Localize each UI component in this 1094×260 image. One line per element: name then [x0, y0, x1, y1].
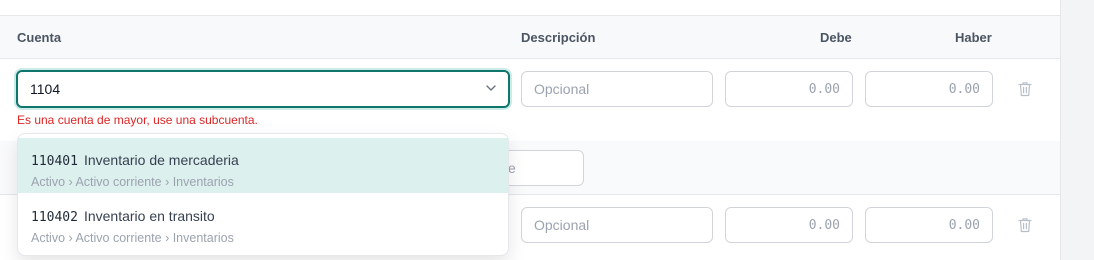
- chevron-down-icon[interactable]: [484, 81, 498, 95]
- option-code: 110401: [31, 154, 78, 169]
- credit-input[interactable]: 0.00: [865, 71, 993, 107]
- option-path: Activo › Activo corriente › Inventarios: [31, 231, 234, 245]
- option-code: 110402: [31, 210, 78, 225]
- account-select[interactable]: 1104: [16, 70, 510, 108]
- credit-input[interactable]: 0.00: [865, 207, 993, 243]
- journal-entry-card: Cuenta Descripción Debe Haber 1104 Es un…: [0, 0, 1061, 260]
- dropdown-option[interactable]: 110402 Inventario en transito Activo › Ac…: [18, 194, 508, 249]
- trash-icon[interactable]: [1018, 81, 1032, 97]
- description-input[interactable]: Opcional: [521, 71, 713, 107]
- account-dropdown: 110401 Inventario de mercaderia Activo › …: [17, 133, 509, 256]
- account-error-message: Es una cuenta de mayor, use una subcuent…: [17, 113, 258, 127]
- table-header: Cuenta Descripción Debe Haber: [0, 16, 1060, 59]
- card-top: [0, 0, 1060, 16]
- debit-input[interactable]: 0.00: [725, 71, 853, 107]
- account-select-value: 1104: [30, 81, 61, 97]
- header-account: Cuenta: [17, 30, 62, 45]
- header-debit: Debe: [820, 30, 852, 45]
- dropdown-option[interactable]: 110401 Inventario de mercaderia Activo › …: [18, 138, 508, 193]
- header-credit: Haber: [955, 30, 992, 45]
- option-path: Activo › Activo corriente › Inventarios: [31, 175, 234, 189]
- debit-input[interactable]: 0.00: [725, 207, 853, 243]
- option-name: Inventario de mercaderia: [83, 152, 239, 168]
- description-input[interactable]: Opcional: [521, 207, 713, 243]
- row2-input-text: e: [508, 160, 516, 176]
- header-description: Descripción: [521, 30, 596, 45]
- trash-icon[interactable]: [1018, 217, 1032, 233]
- option-name: Inventario en transito: [83, 208, 215, 224]
